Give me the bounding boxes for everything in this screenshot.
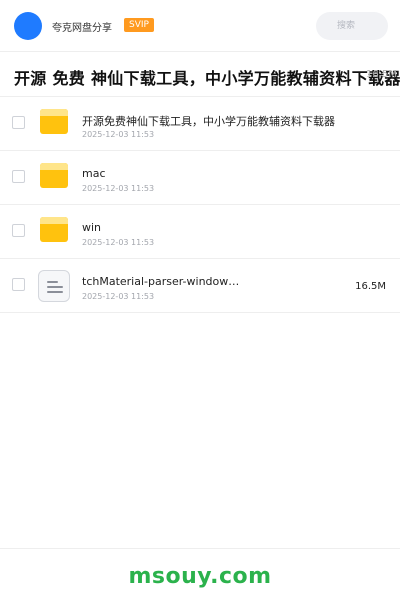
file-date: 2025-12-03 11:53 [82, 238, 155, 247]
folder-icon [38, 161, 70, 193]
file-row[interactable]: win 2025-12-03 11:53 [0, 205, 400, 259]
file-checkbox[interactable] [12, 116, 25, 129]
file-row[interactable]: mac 2025-12-03 11:53 [0, 151, 400, 205]
page-title: 开源 免费 神仙下载工具，中小学万能教辅资料下载器 [14, 69, 400, 88]
footer: msouy.com [0, 548, 400, 600]
file-checkbox[interactable] [12, 170, 25, 183]
site-watermark: msouy.com [128, 564, 272, 589]
title-bar: 开源 免费 神仙下载工具，中小学万能教辅资料下载器 16.5M [0, 53, 400, 97]
file-checkbox[interactable] [12, 224, 25, 237]
file-name: tchMaterial-parser-window… [82, 275, 240, 288]
search-input[interactable]: 搜索 [316, 12, 388, 40]
total-size: 16.5M [366, 69, 397, 80]
file-row[interactable]: 开源免费神仙下载工具，中小学万能教辅资料下载器 2025-12-03 11:53 [0, 97, 400, 151]
file-row[interactable]: tchMaterial-parser-window… 2025-12-03 11… [0, 259, 400, 313]
file-name: win [82, 221, 102, 234]
file-date: 2025-12-03 11:53 [82, 130, 155, 139]
file-date: 2025-12-03 11:53 [82, 184, 155, 193]
folder-icon [38, 215, 70, 247]
document-icon [38, 269, 70, 302]
file-name: mac [82, 167, 106, 180]
file-checkbox[interactable] [12, 278, 25, 291]
header: 夸克网盘分享 SVIP 搜索 [0, 0, 400, 52]
file-list: 开源免费神仙下载工具，中小学万能教辅资料下载器 2025-12-03 11:53… [0, 97, 400, 313]
avatar[interactable] [14, 12, 42, 40]
brand-name: 夸克网盘分享 [52, 23, 112, 34]
svip-badge: SVIP [124, 18, 154, 32]
file-name: 开源免费神仙下载工具，中小学万能教辅资料下载器 [82, 115, 335, 128]
file-size: 16.5M [355, 281, 386, 292]
file-date: 2025-12-03 11:53 [82, 292, 155, 301]
folder-icon [38, 107, 70, 139]
